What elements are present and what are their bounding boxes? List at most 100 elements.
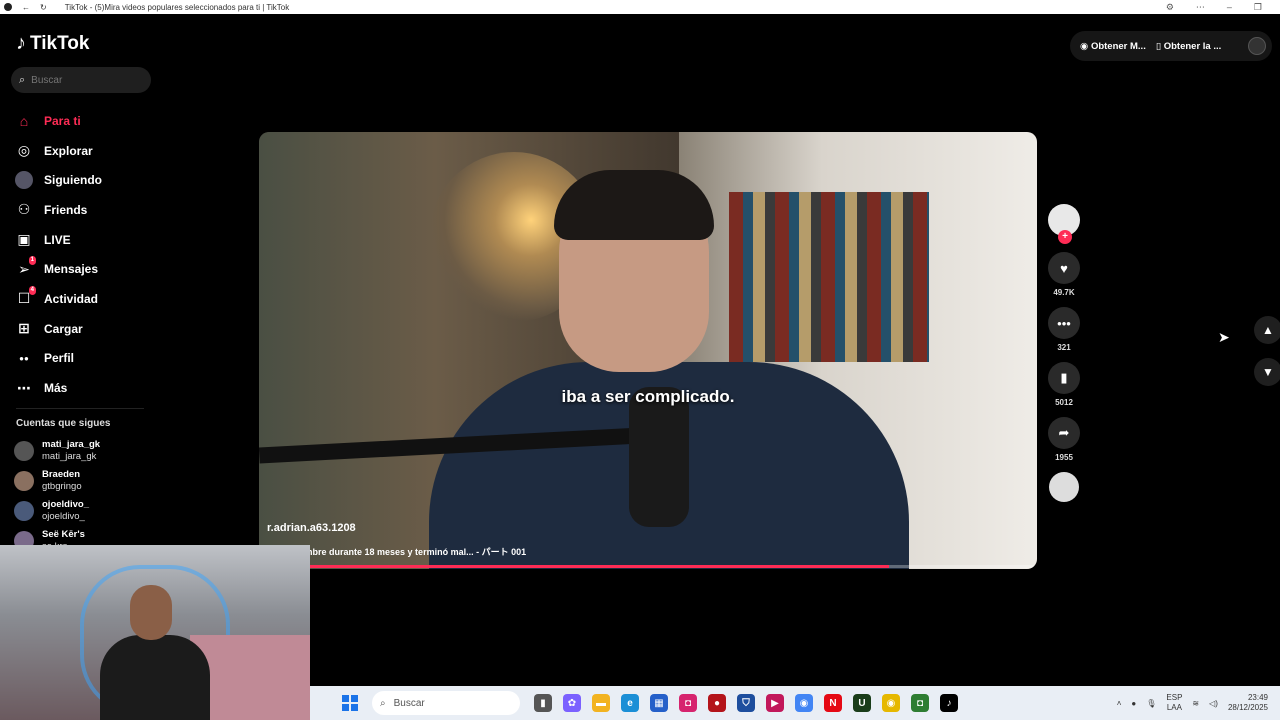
sidebar-nav: ⌂ Para ti ◎ Explorar Siguiendo ⚇ Friends… [14, 106, 144, 403]
like-action[interactable]: ♥ 49.7K [1046, 252, 1082, 297]
share-icon[interactable]: ➦ [1048, 417, 1080, 449]
comment-action[interactable]: ••• 321 [1046, 307, 1082, 352]
upload-plus-icon: ⊞ [18, 320, 30, 337]
account-name: Seë Kēr's [42, 529, 85, 540]
shield-app-icon[interactable]: ⛉ [737, 694, 755, 712]
nav-item-friends[interactable]: ⚇ Friends [14, 195, 144, 225]
video-author[interactable]: r.adrian.a63.1208 [267, 522, 356, 534]
user-avatar[interactable] [1248, 37, 1266, 55]
android-app-icon[interactable]: ◘ [911, 694, 929, 712]
streamer [100, 575, 210, 720]
task-view-icon[interactable]: ▮ [534, 694, 552, 712]
save-action[interactable]: ▮ 5012 [1046, 362, 1082, 407]
following-account[interactable]: ojoeldivo_ ojoeldivo_ [14, 496, 144, 526]
tray-app-icon[interactable]: ● [1131, 699, 1136, 708]
account-name: Braeden [42, 469, 81, 480]
account-handle: gtbgringo [42, 481, 82, 492]
nav-label: Friends [44, 202, 88, 217]
follow-plus-icon[interactable]: + [1058, 230, 1072, 244]
nav-item-para-ti[interactable]: ⌂ Para ti [14, 106, 144, 136]
clock[interactable]: 23:49 28/12/2025 [1228, 693, 1268, 713]
back-icon[interactable]: ← [22, 3, 30, 12]
store-icon[interactable]: ▦ [650, 694, 668, 712]
sidebar-divider [16, 408, 144, 409]
clock-time: 23:49 [1247, 693, 1268, 702]
nav-item-mas[interactable]: ⋯ Más [14, 373, 144, 403]
nav-label: Perfil [44, 351, 75, 366]
streamer-body [100, 635, 210, 720]
search-icon: ⌕ [19, 73, 26, 86]
share-action[interactable]: ➦ 1955 [1046, 417, 1082, 462]
messages-badge: 1 [28, 256, 36, 266]
save-count: 5012 [1055, 398, 1073, 407]
search-input[interactable] [31, 74, 132, 86]
following-account[interactable]: Braeden gtbgringo [14, 466, 144, 496]
streamer-head [130, 585, 172, 640]
speaker-hair [554, 170, 714, 240]
copilot-icon[interactable]: ✿ [563, 694, 581, 712]
following-list: mati_jara_gk mati_jara_gk Braeden gtbgring… [14, 436, 144, 556]
taskbar-search[interactable]: ⌕ Buscar [372, 691, 520, 715]
video-progress-bar[interactable] [259, 565, 1037, 568]
record-app-icon[interactable]: ● [708, 694, 726, 712]
chevron-down-icon[interactable]: ▼ [1254, 358, 1280, 386]
get-app-button-1[interactable]: ◉ Obtener M... [1080, 41, 1146, 52]
like-count: 49.7K [1053, 288, 1075, 297]
video-player[interactable]: iba a ser complicado. r.adrian.a63.1208 … [259, 132, 1037, 569]
reload-icon[interactable]: ↻ [40, 3, 47, 12]
edge-icon[interactable]: e [621, 694, 639, 712]
comment-icon[interactable]: ••• [1048, 307, 1080, 339]
following-avatar-icon [14, 170, 34, 190]
webcam-overlay [0, 545, 310, 720]
chrome-icon[interactable]: ◉ [795, 694, 813, 712]
profile-avatar-icon: ●● [19, 353, 29, 363]
get-app-label-2: Obtener la ... [1163, 40, 1222, 52]
music-disc-icon[interactable] [1049, 472, 1079, 502]
instagram-icon[interactable]: ◘ [679, 694, 697, 712]
tiktok-taskbar-icon[interactable]: ♪ [940, 694, 958, 712]
nav-item-live[interactable]: ▣ LIVE [14, 225, 144, 255]
nav-label: Más [44, 381, 68, 396]
nav-item-actividad[interactable]: ☐ 4 Actividad [14, 284, 144, 314]
upwork-icon[interactable]: U [853, 694, 871, 712]
language-indicator[interactable]: ESP LAA [1166, 693, 1182, 713]
wifi-icon[interactable]: ≋ [1192, 699, 1199, 708]
activity-icon: ☐ 4 [17, 285, 36, 307]
minimize-icon[interactable]: – [1227, 2, 1232, 13]
video-app-icon[interactable]: ▶ [766, 694, 784, 712]
more-dots-icon: ⋯ [17, 379, 31, 396]
nav-item-cargar[interactable]: ⊞ Cargar [14, 314, 144, 344]
search-box[interactable]: ⌕ [11, 67, 151, 93]
tiktok-note-icon: ♪ [16, 32, 26, 54]
following-account[interactable]: mati_jara_gk mati_jara_gk [14, 436, 144, 466]
chevron-up-icon[interactable]: ▲ [1254, 316, 1280, 344]
restore-icon[interactable]: ❐ [1254, 2, 1262, 13]
tiktok-favicon-icon [4, 3, 12, 11]
windows-taskbar: ⌕ Buscar ▮ ✿ ▬ e ▦ ◘ ● ⛉ ▶ ◉ N U ◉ ◘ ♪ ˄… [310, 686, 1280, 720]
heart-icon[interactable]: ♥ [1048, 252, 1080, 284]
tiktok-logo[interactable]: ♪ TikTok [16, 32, 89, 55]
tray-chevron-up-icon[interactable]: ˄ [1117, 699, 1122, 708]
netflix-icon[interactable]: N [824, 694, 842, 712]
extensions-icon[interactable]: ⚙ [1166, 2, 1174, 13]
nav-label: Mensajes [44, 262, 99, 277]
file-explorer-icon[interactable]: ▬ [592, 694, 610, 712]
system-tray: ˄ ● 🎙 ESP LAA ≋ ◁) 23:49 28/12/2025 [1117, 693, 1280, 713]
chrome-canary-icon[interactable]: ◉ [882, 694, 900, 712]
volume-icon[interactable]: ◁) [1209, 699, 1218, 708]
nav-item-siguiendo[interactable]: Siguiendo [14, 165, 144, 195]
activity-badge: 4 [28, 285, 36, 295]
bookmark-icon[interactable]: ▮ [1048, 362, 1080, 394]
get-app-button-2[interactable]: ▯ Obtener la ... [1156, 41, 1221, 52]
creator-avatar[interactable]: + [1048, 204, 1080, 244]
more-menu-icon[interactable]: ⋯ [1196, 2, 1205, 13]
mic-icon[interactable]: 🎙 [1146, 699, 1156, 708]
nav-item-perfil[interactable]: ●● Perfil [14, 344, 144, 374]
windows-start-icon[interactable] [342, 695, 358, 711]
home-icon: ⌂ [19, 112, 29, 129]
nav-item-mensajes[interactable]: ➢ 1 Mensajes [14, 254, 144, 284]
share-count: 1955 [1055, 453, 1073, 462]
nav-item-explorar[interactable]: ◎ Explorar [14, 136, 144, 166]
nav-label: Cargar [44, 321, 83, 336]
account-name: mati_jara_gk [42, 439, 101, 450]
